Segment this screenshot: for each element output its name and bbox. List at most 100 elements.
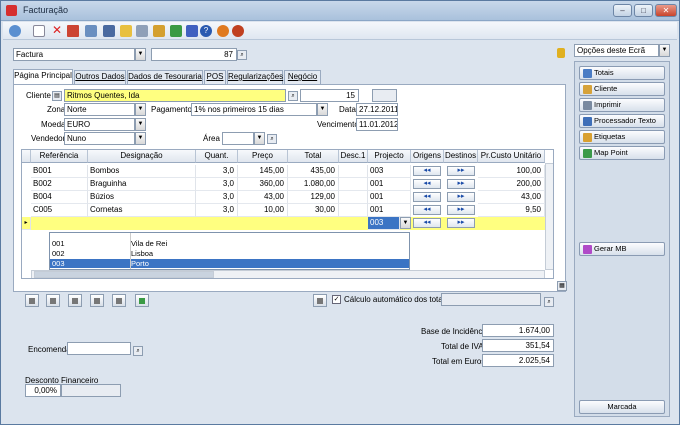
tab-dados-tesouraria[interactable]: Dados de Tesouraria — [127, 70, 203, 84]
marcada-button[interactable]: Marcada — [579, 400, 665, 414]
format-line-button[interactable] — [112, 294, 126, 307]
dropdown-item-003[interactable]: 003 Porto — [50, 259, 409, 268]
cell-designacao[interactable]: Cornetas — [88, 204, 196, 217]
cell-preco[interactable]: 145,00 — [238, 165, 288, 178]
cell-total[interactable]: 129,00 — [288, 191, 339, 204]
close-button[interactable]: ✕ — [655, 4, 677, 17]
copy-line-button[interactable] — [68, 294, 82, 307]
doc-type-dropdown-icon[interactable]: ▼ — [135, 48, 146, 61]
vencimento-field[interactable]: 11.01.2012 — [356, 118, 398, 131]
maximize-button[interactable]: □ — [634, 4, 653, 17]
cut-icon[interactable] — [67, 25, 79, 37]
origens-nav-icon[interactable]: ◂◂ — [413, 205, 441, 215]
grid-horizontal-scroll-thumb[interactable] — [34, 271, 214, 278]
dropdown-item-002[interactable]: 002 Lisboa — [50, 249, 409, 258]
tab-negocio[interactable]: Negócio — [284, 70, 321, 84]
cell-quant[interactable]: 3,0 — [196, 178, 238, 191]
col-desc1[interactable]: Desc.1 — [339, 150, 368, 163]
table-row[interactable]: B004 Búzios 3,0 43,00 129,00 001 ◂◂ ▸▸ 4… — [22, 191, 553, 204]
cliente-button[interactable]: Cliente — [579, 82, 665, 96]
cell-preco[interactable]: 10,00 — [238, 204, 288, 217]
table-row[interactable]: B002 Braguinha 3,0 360,00 1.080,00 001 ◂… — [22, 178, 553, 191]
origens-nav-icon[interactable]: ◂◂ — [413, 179, 441, 189]
cell-total[interactable]: 1.080,00 — [288, 178, 339, 191]
cell-designacao[interactable]: Búzios — [88, 191, 196, 204]
cell-ref[interactable]: C005 — [31, 204, 88, 217]
cell-projecto[interactable]: 001 — [368, 191, 411, 204]
cell-total[interactable]: 30,00 — [288, 204, 339, 217]
document-icon[interactable] — [85, 25, 97, 37]
col-projecto[interactable]: Projecto — [368, 150, 411, 163]
tab-outros-dados[interactable]: Outros Dados — [74, 70, 126, 84]
gerar-mb-button[interactable]: Gerar MB — [579, 242, 665, 256]
imprimir-button[interactable]: Imprimir — [579, 98, 665, 112]
print-icon[interactable] — [136, 25, 148, 37]
cell-total[interactable]: 435,00 — [288, 165, 339, 178]
cell-custo[interactable]: 100,00 — [478, 165, 545, 178]
doc-number-search-icon[interactable]: ⌕ — [237, 50, 247, 60]
open-folder-icon[interactable] — [153, 25, 165, 37]
moeda-select[interactable]: EURO — [64, 118, 135, 131]
area-dropdown-icon[interactable]: ▼ — [254, 132, 265, 145]
area-select[interactable] — [222, 132, 254, 145]
col-pr-custo[interactable]: Pr.Custo Unitário — [478, 150, 545, 163]
origens-nav-icon[interactable]: ◂◂ — [413, 166, 441, 176]
vendedor-select[interactable]: Nuno — [64, 132, 135, 145]
map-point-button[interactable]: Map Point — [579, 146, 665, 160]
col-quant[interactable]: Quant. — [196, 150, 238, 163]
auto-calc-search-icon[interactable]: ⌕ — [544, 297, 554, 307]
cell-desc[interactable] — [339, 178, 368, 191]
desconto-financeiro-field[interactable]: 0,00% — [25, 384, 61, 397]
encomenda-search-icon[interactable]: ⌕ — [133, 346, 143, 356]
origens-nav-icon[interactable]: ◂◂ — [413, 192, 441, 202]
col-destinos[interactable]: Destinos — [444, 150, 478, 163]
col-referencia[interactable]: Referência — [31, 150, 88, 163]
projecto-edit-select[interactable]: 003 — [368, 217, 400, 230]
table-row-edit[interactable]: ▸ 003 ▼ ◂◂ ▸▸ — [22, 217, 553, 230]
area-search-icon[interactable]: ⌕ — [267, 134, 277, 144]
cell-desc[interactable] — [339, 165, 368, 178]
origens-nav-icon[interactable]: ◂◂ — [413, 218, 441, 228]
processador-texto-button[interactable]: Processador Texto — [579, 114, 665, 128]
cliente-code-field[interactable]: 15 — [300, 89, 359, 102]
auto-calc-checkbox[interactable]: ✓ — [332, 295, 341, 304]
exit-icon[interactable] — [232, 25, 244, 37]
col-designacao[interactable]: Designação — [88, 150, 196, 163]
cell-quant[interactable]: 3,0 — [196, 204, 238, 217]
tools-icon[interactable] — [217, 25, 229, 37]
destinos-nav-icon[interactable]: ▸▸ — [447, 218, 475, 228]
folder-icon[interactable] — [120, 25, 132, 37]
etiquetas-button[interactable]: Etiquetas — [579, 130, 665, 144]
totais-button[interactable]: Totais — [579, 66, 665, 80]
tab-regularizacoes[interactable]: Regularizações — [227, 70, 283, 84]
cell-quant[interactable]: 3,0 — [196, 191, 238, 204]
cell-ref[interactable]: B004 — [31, 191, 88, 204]
minimize-button[interactable]: – — [613, 4, 632, 17]
cell-ref[interactable]: B001 — [31, 165, 88, 178]
grid-icon[interactable] — [186, 25, 198, 37]
destinos-nav-icon[interactable]: ▸▸ — [447, 166, 475, 176]
table-icon[interactable] — [103, 25, 115, 37]
cell-desc[interactable] — [339, 204, 368, 217]
moeda-dropdown-icon[interactable]: ▼ — [135, 118, 146, 131]
destinos-nav-icon[interactable]: ▸▸ — [447, 192, 475, 202]
cell-custo[interactable]: 200,00 — [478, 178, 545, 191]
cell-custo[interactable]: 43,00 — [478, 191, 545, 204]
help-icon[interactable]: ? — [200, 25, 212, 37]
cell-quant[interactable]: 3,0 — [196, 165, 238, 178]
col-total[interactable]: Total — [288, 150, 339, 163]
col-preco[interactable]: Preço — [238, 150, 288, 163]
export-line-button[interactable] — [135, 294, 149, 307]
grid-vertical-scrollbar[interactable] — [545, 163, 553, 270]
zona-select[interactable]: Norte — [64, 103, 135, 116]
doc-number-input[interactable]: 87 — [151, 48, 237, 61]
options-select[interactable]: Opções deste Ecrã — [574, 44, 659, 57]
zona-dropdown-icon[interactable]: ▼ — [135, 103, 146, 116]
cell-preco[interactable]: 43,00 — [238, 191, 288, 204]
new-doc-icon[interactable] — [33, 25, 45, 37]
grid-resize-icon[interactable]: ▦ — [557, 281, 567, 291]
col-origens[interactable]: Origens — [411, 150, 444, 163]
cliente-name-field[interactable]: Ritmos Quentes, lda — [64, 89, 286, 102]
destinos-nav-icon[interactable]: ▸▸ — [447, 205, 475, 215]
cell-designacao[interactable]: Bombos — [88, 165, 196, 178]
